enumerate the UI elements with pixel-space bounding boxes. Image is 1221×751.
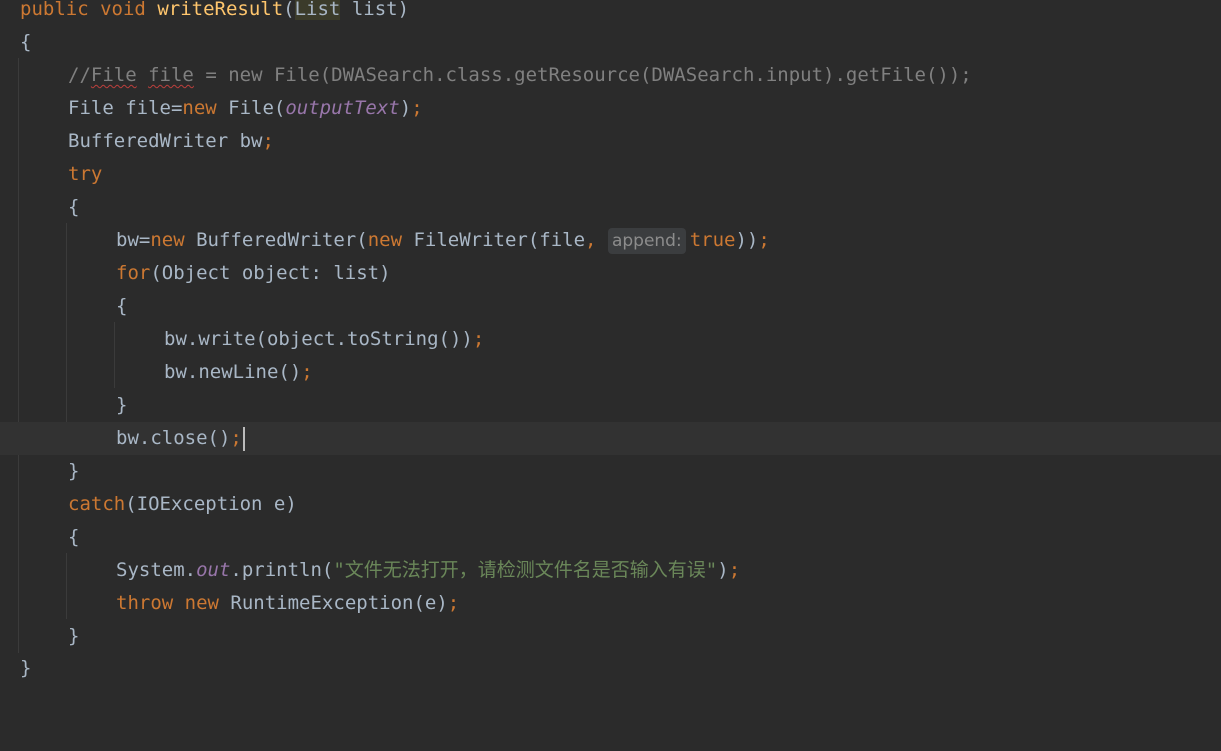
brace: } [68, 625, 80, 647]
comment-text: = new File(DWASearch.class.getResource(D… [193, 64, 972, 86]
keyword: new [367, 229, 403, 251]
code-line[interactable]: System.out.println("文件无法打开，请检测文件名是否输入有误"… [0, 554, 1221, 587]
typo-word: file [148, 64, 194, 86]
semicolon: ; [411, 97, 423, 119]
code-text: System. [116, 559, 197, 581]
semicolon: ; [230, 427, 242, 449]
code-text: BufferedWriter( [184, 229, 368, 251]
code-line[interactable]: { [0, 521, 1221, 554]
semicolon: ; [447, 592, 460, 614]
code-line[interactable]: { [0, 290, 1221, 323]
code-text: ) [717, 559, 729, 581]
code-line[interactable]: { [0, 191, 1221, 224]
brace: } [20, 657, 32, 679]
current-code-line[interactable]: bw.close(); [0, 422, 1221, 455]
method-name: writeResult [157, 0, 284, 20]
code-line[interactable]: //File file = new File(DWASearch.class.g… [0, 59, 1221, 92]
keyword: for [116, 262, 151, 284]
keyword: true [689, 229, 736, 251]
code-editor[interactable]: public void writeResult(List list) { //F… [0, 0, 1221, 690]
code-line[interactable]: { [0, 26, 1221, 59]
code-line[interactable]: bw.write(object.toString()); [0, 323, 1221, 356]
brace: { [116, 295, 128, 317]
type-name: List [294, 0, 341, 20]
code-line[interactable]: try [0, 158, 1221, 191]
keyword: void [100, 0, 146, 20]
code-line[interactable]: bw.newLine(); [0, 356, 1221, 389]
parameter-hint: append: [607, 228, 686, 254]
code-text: .println( [230, 559, 334, 581]
keyword: catch [68, 493, 126, 515]
semicolon: ; [262, 130, 274, 152]
code-line[interactable]: public void writeResult(List list) [0, 0, 1221, 26]
code-text: RuntimeException(e) [218, 592, 448, 614]
semicolon: ; [728, 559, 741, 581]
code-text: bw= [116, 229, 151, 251]
code-text: )) [735, 229, 759, 251]
brace: { [68, 196, 80, 218]
semicolon: ; [301, 361, 313, 383]
code-text: File file= [68, 97, 183, 119]
keyword: new [150, 229, 185, 251]
code-text: File( [216, 97, 286, 119]
comment-slashes: // [68, 64, 91, 86]
code-line[interactable]: } [0, 620, 1221, 653]
code-line[interactable]: File file=new File(outputText); [0, 92, 1221, 125]
keyword: throw [116, 592, 174, 614]
semicolon: ; [758, 229, 770, 251]
keyword: new [182, 97, 217, 119]
code-text: bw.close() [116, 427, 231, 449]
code-line[interactable]: } [0, 652, 1221, 685]
field-name: outputText [285, 97, 400, 119]
brace: } [116, 394, 128, 416]
brace: { [68, 526, 80, 548]
code-text: (Object object: list) [150, 262, 391, 284]
code-text: (IOException e) [125, 493, 297, 515]
keyword: new [184, 592, 219, 614]
semicolon: ; [472, 328, 485, 350]
paren: ( [283, 0, 295, 20]
code-text: FileWriter(file [402, 229, 586, 251]
keyword: try [68, 163, 103, 185]
code-line[interactable]: BufferedWriter bw; [0, 125, 1221, 158]
typo-word: File [90, 64, 137, 86]
brace: { [20, 31, 32, 53]
field-name: out [196, 559, 231, 581]
code-line[interactable]: bw=new BufferedWriter(new FileWriter(fil… [0, 224, 1221, 257]
params: list) [340, 0, 410, 20]
code-line[interactable]: catch(IOException e) [0, 488, 1221, 521]
text-caret [242, 426, 245, 451]
code-text: bw.newLine() [164, 361, 302, 383]
brace: } [68, 460, 80, 482]
keyword: public [20, 0, 89, 20]
comma: , [585, 229, 597, 251]
code-text: bw.write(object.toString()) [164, 328, 473, 350]
code-line[interactable]: } [0, 455, 1221, 488]
code-line[interactable]: } [0, 389, 1221, 422]
code-text: ) [399, 97, 412, 119]
code-line[interactable]: for(Object object: list) [0, 257, 1221, 290]
code-text: BufferedWriter bw [68, 130, 263, 152]
string-literal: "文件无法打开，请检测文件名是否输入有误" [333, 559, 718, 581]
code-line[interactable]: throw new RuntimeException(e); [0, 587, 1221, 620]
